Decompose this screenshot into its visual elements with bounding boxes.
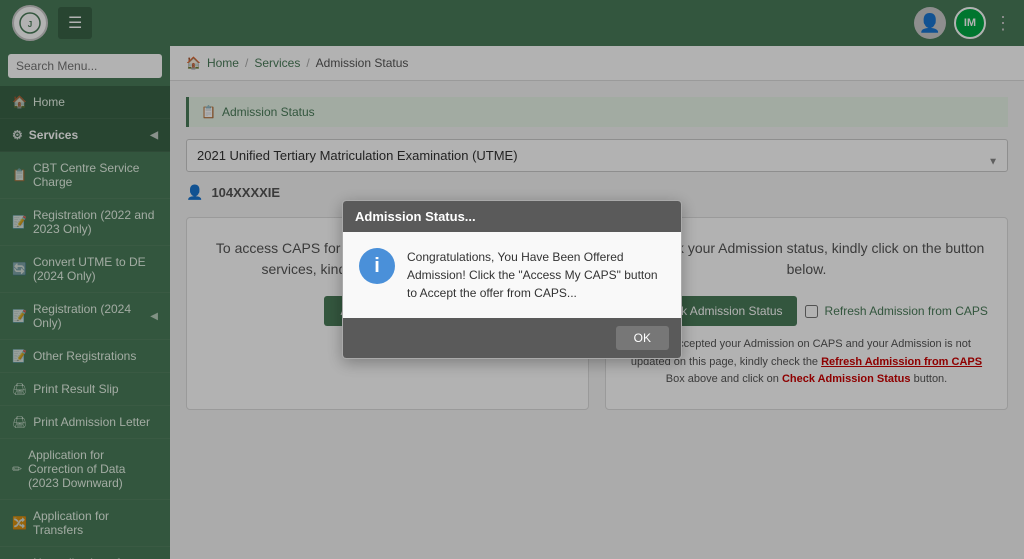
modal-info-icon: i [359,248,395,284]
modal-overlay: Admission Status... i Congratulations, Y… [0,0,1024,559]
modal-header: Admission Status... [343,201,681,232]
modal-title: Admission Status... [355,209,476,224]
modal-box: Admission Status... i Congratulations, Y… [342,200,682,359]
modal-ok-button[interactable]: OK [616,326,669,350]
modal-message: Congratulations, You Have Been Offered A… [407,248,665,302]
app-wrapper: J ☰ 👤 IM ⋮ 🏠 Home ⚙ Services [0,0,1024,559]
modal-body: i Congratulations, You Have Been Offered… [343,232,681,318]
modal-footer: OK [343,318,681,358]
